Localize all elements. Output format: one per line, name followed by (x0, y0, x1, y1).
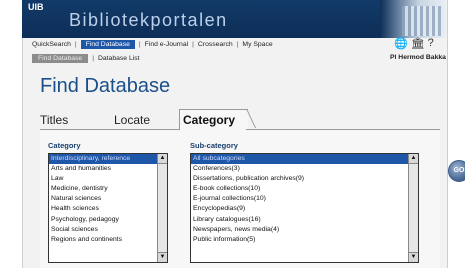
portal-header: UIB Bibliotekportalen (22, 0, 446, 38)
category-listbox[interactable]: Interdisciplinary, reference Arts and hu… (48, 153, 168, 263)
nav-find-database[interactable]: Find Database (80, 40, 135, 49)
scroll-down-arrow-icon[interactable]: ▼ (409, 252, 418, 262)
nav-separator: | (236, 41, 239, 48)
subcategory-option[interactable]: Library catalogues(16) (191, 215, 409, 225)
help-icon[interactable]: ? (428, 37, 434, 50)
category-label: Category (48, 141, 81, 150)
uib-logo[interactable]: UIB (28, 2, 44, 12)
nav-separator: | (74, 41, 77, 48)
subcategory-option[interactable]: E-book collections(10) (191, 184, 409, 194)
go-button[interactable]: GO (448, 160, 465, 182)
scroll-up-arrow-icon[interactable]: ▲ (409, 154, 418, 164)
subnav-separator: | (92, 55, 94, 62)
subcategory-option[interactable]: Encyclopedias(9) (191, 204, 409, 214)
main-navigation: QuickSearch | Find Database | Find e-Jou… (32, 40, 273, 49)
nav-crossearch[interactable]: Crossearch (198, 41, 233, 48)
header-building-image (380, 0, 446, 38)
subcategory-items: All subcategories Conferences(3) Dissert… (191, 154, 409, 262)
library-icon[interactable]: 🏛 (411, 37, 425, 50)
portal-title: Bibliotekportalen (69, 10, 228, 30)
subcategory-option[interactable]: Newspapers, news media(4) (191, 225, 409, 235)
category-option[interactable]: Law (49, 174, 158, 184)
subcategory-listbox[interactable]: All subcategories Conferences(3) Dissert… (190, 153, 419, 263)
nav-separator: | (192, 41, 194, 48)
subcategory-option[interactable]: All subcategories (191, 154, 409, 165)
subcategory-option[interactable]: E-journal collections(10) (191, 194, 409, 204)
globe-icon[interactable]: 🌐 (394, 37, 408, 50)
category-option[interactable]: Medicine, dentistry (49, 184, 158, 194)
subnav-find-database[interactable]: Find Database (32, 54, 89, 63)
nav-separator: | (138, 41, 141, 48)
nav-find-ejournal[interactable]: Find e-Journal (145, 41, 188, 48)
category-option[interactable]: Psychology, pedagogy (49, 215, 158, 225)
scroll-up-arrow-icon[interactable]: ▲ (158, 154, 167, 164)
scroll-down-arrow-icon[interactable]: ▼ (158, 252, 167, 262)
subcategory-option[interactable]: Conferences(3) (191, 164, 409, 174)
tab-titles[interactable]: Titles (40, 113, 68, 127)
nav-quicksearch[interactable]: QuickSearch (32, 41, 71, 48)
tab-category[interactable]: Category (183, 113, 235, 127)
nav-my-space[interactable]: My Space (242, 41, 272, 48)
tab-divider-gap (180, 128, 246, 130)
sub-navigation: Find Database | Database List (32, 54, 140, 63)
category-option[interactable]: Natural sciences (49, 194, 158, 204)
category-scrollbar[interactable]: ▲ ▼ (157, 154, 167, 262)
category-option[interactable]: Health sciences (49, 204, 158, 214)
category-option[interactable]: Regions and continents (49, 235, 158, 245)
category-option[interactable]: Interdisciplinary, reference (49, 154, 158, 165)
category-option[interactable]: Social sciences (49, 225, 158, 235)
subnav-database-list[interactable]: Database List (98, 55, 140, 62)
category-items: Interdisciplinary, reference Arts and hu… (49, 154, 158, 262)
category-option[interactable]: Arts and humanities (49, 164, 158, 174)
subcategory-scrollbar[interactable]: ▲ ▼ (408, 154, 418, 262)
page-title: Find Database (40, 75, 171, 97)
top-icon-group: 🌐 🏛 ? (394, 37, 434, 50)
tab-locate[interactable]: Locate (114, 113, 150, 127)
user-name: Pl Hermod Bakka (390, 54, 446, 61)
subcategory-option[interactable]: Dissertations, publication archives(9) (191, 174, 409, 184)
subcategory-label: Sub-category (190, 141, 238, 150)
subcategory-option[interactable]: Public information(5) (191, 235, 409, 245)
